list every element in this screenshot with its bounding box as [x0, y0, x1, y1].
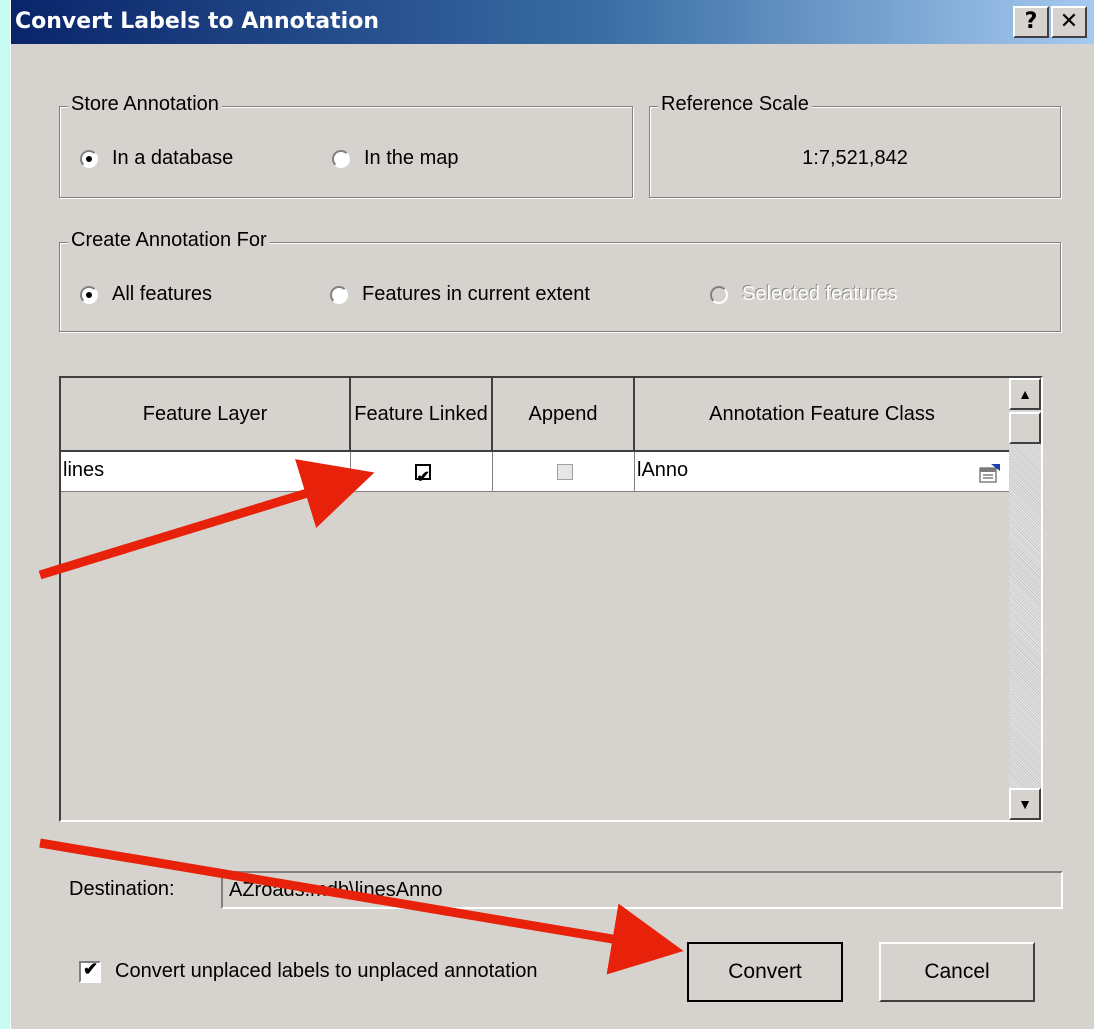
radio-selected-features-label: Selected features	[742, 283, 898, 305]
checkbox-icon	[79, 959, 101, 983]
title-bar[interactable]: Convert Labels to Annotation ? ✕	[11, 0, 1094, 44]
radio-in-database-label: In a database	[112, 147, 234, 169]
feature-linked-checkbox[interactable]	[414, 460, 431, 496]
radio-dot-icon	[330, 285, 348, 304]
convert-button[interactable]: Convert	[687, 942, 843, 1002]
properties-icon[interactable]	[978, 460, 1002, 496]
feature-layer-grid: Feature Layer Feature Linked Append Anno…	[59, 376, 1043, 822]
radio-in-database[interactable]: In a database	[80, 147, 233, 170]
radio-dot-icon	[710, 285, 728, 304]
convert-labels-dialog: Convert Labels to Annotation ? ✕ Store A…	[10, 0, 1094, 1029]
column-header-append[interactable]: Append	[493, 378, 635, 452]
radio-in-map-label: In the map	[364, 147, 459, 169]
convert-unplaced-checkbox[interactable]: Convert unplaced labels to unplaced anno…	[79, 959, 538, 983]
store-annotation-legend: Store Annotation	[68, 93, 222, 116]
cancel-button[interactable]: Cancel	[879, 942, 1035, 1002]
destination-label: Destination:	[69, 878, 175, 900]
create-annotation-for-group: Create Annotation For All features Featu…	[59, 229, 1061, 332]
convert-unplaced-label: Convert unplaced labels to unplaced anno…	[115, 960, 538, 982]
grid-vertical-scrollbar[interactable]: ▲ ▼	[1009, 378, 1041, 820]
scroll-down-button[interactable]: ▼	[1009, 788, 1041, 820]
annotation-class-value: lAnno	[637, 459, 689, 481]
radio-dot-icon	[332, 149, 350, 168]
help-button[interactable]: ?	[1013, 6, 1049, 38]
radio-current-extent-label: Features in current extent	[362, 283, 590, 305]
reference-scale-legend: Reference Scale	[658, 93, 812, 116]
column-header-annotation-class[interactable]: Annotation Feature Class	[635, 378, 1011, 452]
radio-in-map[interactable]: In the map	[332, 147, 459, 170]
radio-selected-features: Selected features	[710, 283, 898, 306]
scroll-up-button[interactable]: ▲	[1009, 378, 1041, 410]
cell-feature-linked[interactable]	[351, 452, 493, 496]
store-annotation-group: Store Annotation In a database In the ma…	[59, 93, 633, 198]
cell-append[interactable]	[493, 452, 635, 492]
dialog-title: Convert Labels to Annotation	[15, 9, 379, 34]
reference-scale-value: 1:7,521,842	[802, 147, 908, 169]
destination-field[interactable]: AZroads.mdb\linesAnno	[221, 871, 1063, 909]
column-header-feature-linked[interactable]: Feature Linked	[351, 378, 493, 452]
radio-all-features[interactable]: All features	[80, 283, 212, 306]
close-button[interactable]: ✕	[1051, 6, 1087, 38]
create-annotation-for-legend: Create Annotation For	[68, 229, 270, 252]
radio-current-extent[interactable]: Features in current extent	[330, 283, 590, 306]
column-header-feature-layer[interactable]: Feature Layer	[61, 378, 351, 452]
scroll-thumb[interactable]	[1009, 412, 1041, 444]
append-checkbox[interactable]	[556, 463, 573, 480]
reference-scale-group: Reference Scale 1:7,521,842	[649, 93, 1061, 198]
cell-annotation-class[interactable]: lAnno	[635, 452, 1011, 492]
radio-all-features-label: All features	[112, 283, 213, 305]
radio-dot-icon	[80, 285, 98, 304]
radio-dot-icon	[80, 149, 98, 168]
cell-feature-layer[interactable]: lines	[61, 452, 351, 492]
